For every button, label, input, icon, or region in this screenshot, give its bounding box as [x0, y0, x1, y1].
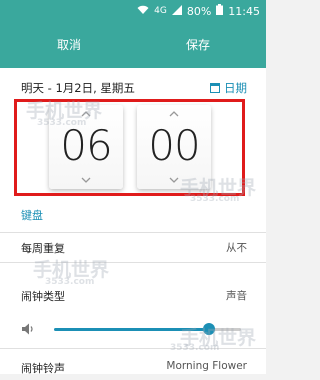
alarm-type-label: 闹钟类型 — [21, 290, 65, 303]
alarm-type-row[interactable]: 闹钟类型 声音 — [21, 288, 247, 308]
calendar-icon — [210, 83, 220, 93]
network-type: 4G — [154, 6, 167, 16]
repeat-label: 每周重复 — [21, 242, 65, 255]
battery-percent: 80% — [186, 4, 212, 18]
ringtone-row[interactable]: 闹钟铃声 Morning Flower — [21, 360, 247, 380]
ringtone-value: Morning Flower — [166, 360, 247, 372]
ringtone-label: 闹钟铃声 — [21, 362, 65, 375]
date-picker-button[interactable]: 日期 — [210, 80, 247, 96]
cancel-button[interactable]: 取消 — [57, 36, 81, 53]
action-bar: 取消 保存 — [0, 22, 266, 68]
wifi-icon — [137, 5, 149, 18]
status-bar: 4G 80% 11:45 — [0, 0, 266, 22]
status-icons: 4G 80% 11:45 — [137, 4, 260, 18]
keyboard-toggle[interactable]: 键盘 — [21, 207, 43, 223]
signal-icon — [171, 4, 182, 18]
divider — [0, 348, 266, 349]
save-button[interactable]: 保存 — [186, 36, 210, 53]
clock: 11:45 — [228, 4, 260, 18]
highlight-box — [14, 99, 245, 196]
speaker-icon — [22, 323, 33, 335]
repeat-row[interactable]: 每周重复 从不 — [21, 240, 247, 260]
battery-icon — [216, 4, 224, 18]
volume-slider[interactable] — [21, 321, 247, 337]
alarm-date: 明天 - 1月2日, 星期五 — [21, 81, 135, 95]
volume-thumb[interactable] — [203, 323, 215, 335]
volume-track-fill — [54, 328, 209, 331]
date-link-label: 日期 — [224, 81, 247, 95]
date-row: 明天 - 1月2日, 星期五 日期 — [21, 80, 247, 98]
divider — [0, 232, 266, 233]
alarm-type-value: 声音 — [226, 290, 247, 302]
repeat-value: 从不 — [226, 242, 247, 254]
divider — [0, 262, 266, 263]
